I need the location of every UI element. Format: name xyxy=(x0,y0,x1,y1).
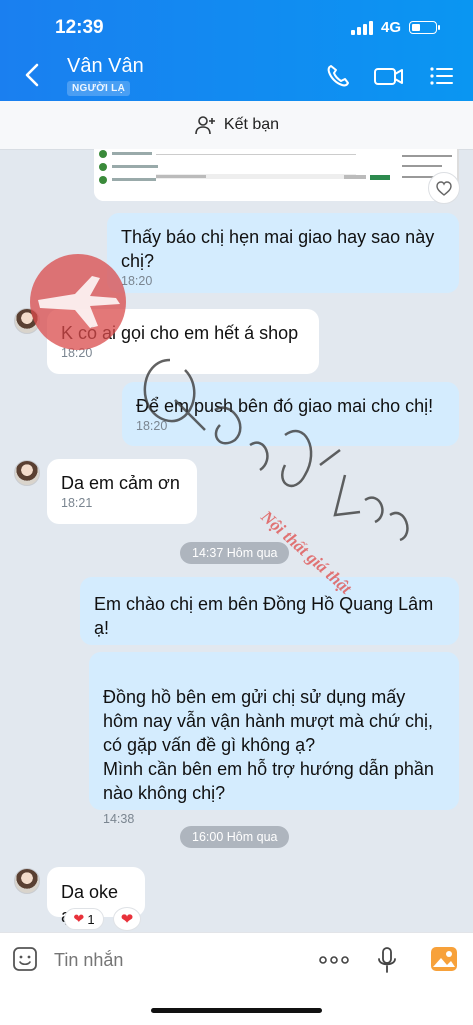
status-indicators: 4G xyxy=(350,19,440,36)
more-icon[interactable] xyxy=(318,955,350,965)
avatar[interactable] xyxy=(14,460,40,486)
message-outgoing[interactable]: Để em push bên đó giao mai cho chị! 18:2… xyxy=(122,382,459,446)
message-outgoing[interactable]: Đồng hồ bên em gửi chị sử dụng mấy hôm n… xyxy=(89,652,459,826)
screenshot-thumbnail xyxy=(94,149,459,201)
network-type: 4G xyxy=(380,19,401,36)
message-text: Thấy báo chị hẹn mai giao hay sao này ch… xyxy=(121,227,435,271)
menu-icon[interactable] xyxy=(428,63,456,89)
heart-filled-icon: ❤ xyxy=(120,911,134,928)
signal-icon xyxy=(350,20,373,35)
image-message-preview[interactable] xyxy=(94,149,459,201)
sticker-icon[interactable] xyxy=(12,946,38,972)
battery-icon xyxy=(409,21,440,34)
message-text: Để em push bên đó giao mai cho chị! xyxy=(136,396,434,416)
like-button[interactable] xyxy=(428,172,460,204)
add-friend-button[interactable]: Kết bạn xyxy=(0,101,473,150)
react-button[interactable]: ❤ xyxy=(113,907,141,931)
message-time: 18:20 xyxy=(121,274,153,288)
heart-outline-icon xyxy=(436,180,452,196)
message-time: 18:21 xyxy=(61,496,93,510)
message-incoming[interactable]: K có ai gọi cho em hết á shop 18:20 xyxy=(47,309,319,374)
date-separator: 14:37 Hôm qua xyxy=(180,542,290,564)
message-incoming[interactable]: Da em cảm ơn 18:21 xyxy=(47,459,197,524)
message-outgoing[interactable]: Thấy báo chị hẹn mai giao hay sao này ch… xyxy=(107,213,459,293)
message-text: Em chào chị em bên Đồng Hồ Quang Lâm ạ! xyxy=(94,594,434,638)
message-text: K có ai gọi cho em hết á shop xyxy=(61,323,299,343)
message-time: 18:20 xyxy=(136,419,168,433)
message-outgoing[interactable]: Em chào chị em bên Đồng Hồ Quang Lâm ạ! xyxy=(80,577,459,645)
reaction-count: 1 xyxy=(87,911,95,927)
message-input[interactable] xyxy=(52,944,306,976)
stranger-badge: NGƯỜI LẠ xyxy=(67,81,131,96)
contact-name[interactable]: Vân Vân xyxy=(67,55,144,78)
video-call-icon[interactable] xyxy=(373,63,405,89)
phone-icon[interactable] xyxy=(325,63,353,89)
add-friend-label: Kết bạn xyxy=(223,116,280,133)
message-text: Đồng hồ bên em gửi chị sử dụng mấy hôm n… xyxy=(103,687,434,803)
message-time: 18:20 xyxy=(61,346,93,360)
avatar[interactable] xyxy=(14,308,40,334)
image-gallery-icon[interactable] xyxy=(430,946,458,972)
heart-reaction-icon: ❤ xyxy=(73,911,85,926)
home-indicator xyxy=(151,1008,322,1013)
avatar[interactable] xyxy=(14,868,40,894)
status-time: 12:39 xyxy=(55,17,104,38)
reaction-summary[interactable]: ❤ 1 xyxy=(64,908,104,930)
date-separator: 16:00 Hôm qua xyxy=(180,826,290,848)
message-time: 14:38 xyxy=(103,812,135,826)
chat-header: 12:39 4G Vân Vân NGƯỜI LẠ xyxy=(0,0,473,101)
back-icon[interactable] xyxy=(18,60,46,90)
message-text: Da em cảm ơn xyxy=(61,473,180,493)
microphone-icon[interactable] xyxy=(377,946,397,974)
add-friend-icon xyxy=(195,116,215,135)
